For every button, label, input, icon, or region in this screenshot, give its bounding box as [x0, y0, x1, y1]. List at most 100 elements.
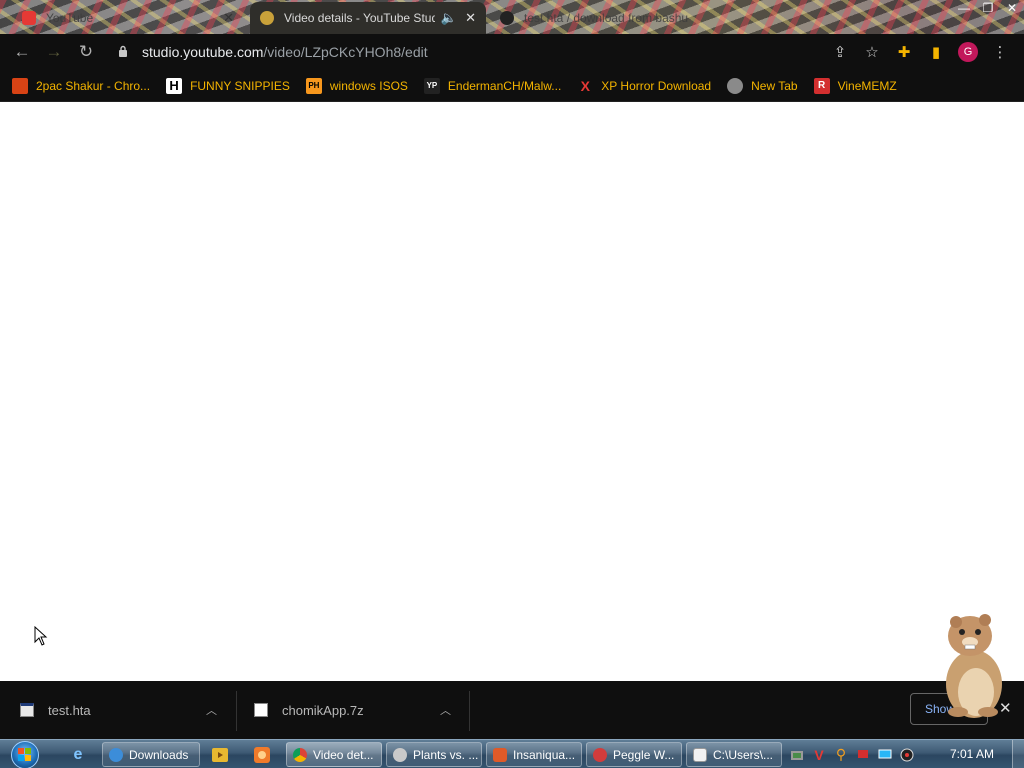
volume-icon[interactable] [896, 746, 918, 764]
arrow-right-icon: → [45, 42, 63, 61]
h-icon: H [166, 77, 183, 94]
bookmark-label: 2pac Shakur - Chro... [36, 78, 151, 93]
restore-icon[interactable]: ❐ [976, 0, 1000, 18]
7z-file-icon [254, 703, 268, 717]
media-player-icon[interactable] [208, 743, 232, 767]
address-bar[interactable]: studio.youtube.com/video/LZpCKcYHOh8/edi… [110, 38, 890, 66]
app-icon[interactable] [250, 743, 274, 767]
bookmark-endermanch[interactable]: YP EndermanCH/Malw... [423, 77, 562, 94]
bookmark-label: VineMEMZ [837, 78, 897, 93]
arrow-left-icon: ← [13, 42, 31, 61]
menu-icon[interactable]: ⋮ [984, 38, 1016, 66]
windows-logo-icon [11, 740, 39, 768]
network-icon[interactable] [786, 746, 808, 764]
download-filename: chomikApp.7z [282, 702, 364, 718]
url-text: studio.youtube.com/video/LZpCKcYHOh8/edi… [142, 44, 428, 60]
bookmark-new-tab[interactable]: New Tab [727, 77, 798, 94]
window-controls: — ❐ ✕ [952, 0, 1024, 18]
tab-youtube[interactable]: YouTube ✕ [12, 2, 244, 34]
bookmark-xp-horror[interactable]: X XP Horror Download [577, 77, 712, 94]
lock-icon[interactable] [118, 45, 136, 60]
plants-vs-zombies-icon [393, 747, 407, 762]
bookmark-label: New Tab [751, 78, 798, 93]
speaker-icon[interactable]: 🔈 [441, 10, 457, 26]
v-icon[interactable]: V [808, 746, 830, 764]
windows-taskbar: e Downloads Video det... Plants vs. ... … [0, 739, 1024, 768]
ph-icon: PH [305, 77, 322, 94]
back-button[interactable]: ← [6, 37, 38, 67]
bookmark-label: EndermanCH/Malw... [447, 78, 562, 93]
tab-title: Video details - YouTube Studio [284, 11, 435, 25]
divider [469, 691, 470, 731]
chrome-icon [293, 747, 307, 762]
taskbar-button-peggle[interactable]: Peggle W... [586, 742, 682, 767]
close-icon[interactable]: ✕ [223, 10, 234, 26]
2pac-icon [12, 77, 28, 94]
system-tray: V ⚲ [786, 740, 918, 768]
internet-explorer-icon[interactable]: e [66, 743, 90, 767]
peggle-icon [593, 747, 607, 762]
start-button[interactable] [6, 740, 44, 768]
r-icon: R [813, 77, 830, 94]
side-panel-icon[interactable]: ▮ [920, 38, 952, 66]
show-desktop-button[interactable] [1012, 740, 1024, 768]
url-path: /video/LZpCKcYHOh8/edit [263, 44, 428, 60]
insaniquarium-icon [493, 747, 507, 762]
bookmark-label: windows ISOS [329, 78, 408, 93]
taskbar-label: C:\Users\... [713, 747, 774, 762]
tab-video-details[interactable]: Video details - YouTube Studio 🔈 ✕ [250, 2, 486, 34]
url-host: studio.youtube.com [142, 44, 264, 60]
taskbar-label: Insaniqua... [513, 747, 576, 762]
search-icon[interactable]: ⚲ [830, 746, 852, 764]
display-icon[interactable] [874, 746, 896, 764]
extensions-icon[interactable]: ✚ [888, 38, 920, 66]
share-icon[interactable]: ⇪ [824, 38, 856, 66]
taskbar-button-insaniquarium[interactable]: Insaniqua... [486, 742, 582, 767]
download-item[interactable]: chomikApp.7z ︿ [254, 681, 464, 739]
avatar[interactable]: G [958, 42, 978, 62]
hta-file-icon [20, 703, 34, 717]
tab-test-hta[interactable]: test.hta / download from bashu [490, 2, 700, 34]
system-clock[interactable]: 7:01 AM [950, 747, 994, 761]
reload-button[interactable]: ↻ [70, 37, 102, 67]
youtube-studio-icon [260, 11, 274, 25]
forward-button[interactable]: → [38, 37, 70, 67]
divider [236, 691, 237, 731]
bookmark-vinememz[interactable]: R VineMEMZ [813, 77, 897, 94]
page-content [0, 102, 1024, 681]
bookmark-2pac[interactable]: 2pac Shakur - Chro... [12, 77, 151, 94]
youtube-icon [22, 11, 36, 25]
taskbar-button-notepad[interactable]: C:\Users\... [686, 742, 782, 767]
chevron-up-icon[interactable]: ︿ [440, 702, 451, 718]
folder-icon [109, 747, 123, 762]
taskbar-label: Downloads [129, 747, 189, 762]
toolbar-actions: ⇪ ☆ ✚ ▮ G ⋮ [824, 38, 1016, 66]
close-icon[interactable]: ✕ [465, 10, 476, 26]
close-icon[interactable]: ✕ [1000, 0, 1024, 18]
taskbar-label: Plants vs. ... [413, 747, 479, 762]
bookmark-funny-snippies[interactable]: H FUNNY SNIPPIES [166, 77, 290, 94]
tab-title: test.hta / download from bashu [524, 11, 689, 25]
bookmark-windows-isos[interactable]: PH windows ISOS [305, 77, 408, 94]
hamster-mascot-icon [946, 614, 1002, 718]
mouse-cursor-icon [34, 626, 48, 646]
taskbar-label: Video det... [313, 747, 374, 762]
bookmarks-bar: 2pac Shakur - Chro... H FUNNY SNIPPIES P… [0, 70, 1024, 102]
star-icon[interactable]: ☆ [856, 38, 888, 66]
notepad-icon [693, 747, 707, 762]
browser-toolbar: ← → ↻ studio.youtube.com/video/LZpCKcYHO… [0, 34, 1024, 70]
downloads-bar: test.hta ︿ chomikApp.7z ︿ [0, 681, 1024, 739]
download-item[interactable]: test.hta ︿ [20, 681, 230, 739]
cloud-icon [500, 11, 514, 25]
minimize-icon[interactable]: — [952, 0, 976, 18]
reload-icon: ↻ [78, 42, 94, 61]
flag-icon[interactable] [852, 746, 874, 764]
taskbar-button-downloads[interactable]: Downloads [102, 742, 200, 767]
chevron-up-icon[interactable]: ︿ [206, 702, 217, 718]
new-tab-icon [727, 77, 744, 94]
taskbar-button-chrome[interactable]: Video det... [286, 742, 382, 767]
download-filename: test.hta [48, 702, 91, 718]
yp-icon: YP [423, 77, 440, 94]
taskbar-button-plants-vs-zombies[interactable]: Plants vs. ... [386, 742, 482, 767]
x-icon: X [580, 77, 590, 94]
